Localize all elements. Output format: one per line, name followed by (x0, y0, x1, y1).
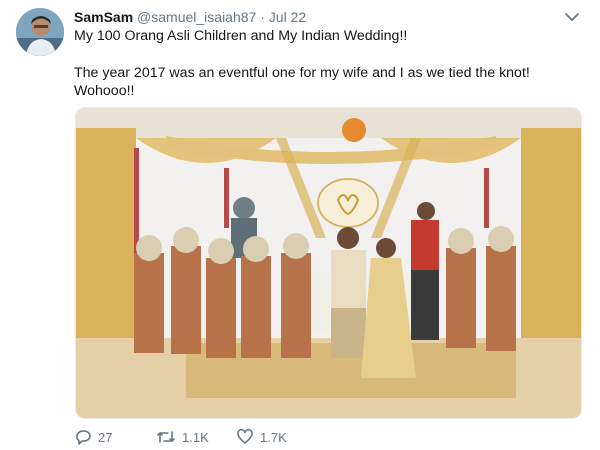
tweet-text: My 100 Orang Asli Children and My Indian… (74, 27, 574, 119)
retweet-count: 1.1K (182, 429, 209, 445)
wedding-photo[interactable] (75, 107, 582, 419)
like-count: 1.7K (260, 429, 287, 445)
chevron-down-icon[interactable] (562, 8, 582, 26)
retweet-action[interactable]: 1.1K (156, 428, 209, 446)
reply-icon (76, 430, 91, 445)
heart-icon (237, 428, 253, 444)
tweet-text-line2: The year 2017 was an eventful one for my… (74, 65, 530, 99)
separator: · (260, 9, 265, 25)
reply-action[interactable]: 27 (74, 428, 112, 446)
author-name[interactable]: SamSam (74, 9, 133, 25)
retweet-icon (157, 431, 175, 443)
tweet-header: SamSam @samuel_isaiah87 · Jul 22 (74, 8, 306, 26)
tweet-date[interactable]: Jul 22 (269, 9, 306, 25)
tweet-text-line1: My 100 Orang Asli Children and My Indian… (74, 28, 408, 44)
author-handle[interactable]: @samuel_isaiah87 (137, 9, 256, 25)
tweet-card[interactable]: SamSam @samuel_isaiah87 · Jul 22 My 100 … (0, 0, 600, 450)
like-action[interactable]: 1.7K (236, 428, 287, 446)
reply-count: 27 (98, 429, 113, 445)
avatar[interactable] (16, 8, 64, 56)
